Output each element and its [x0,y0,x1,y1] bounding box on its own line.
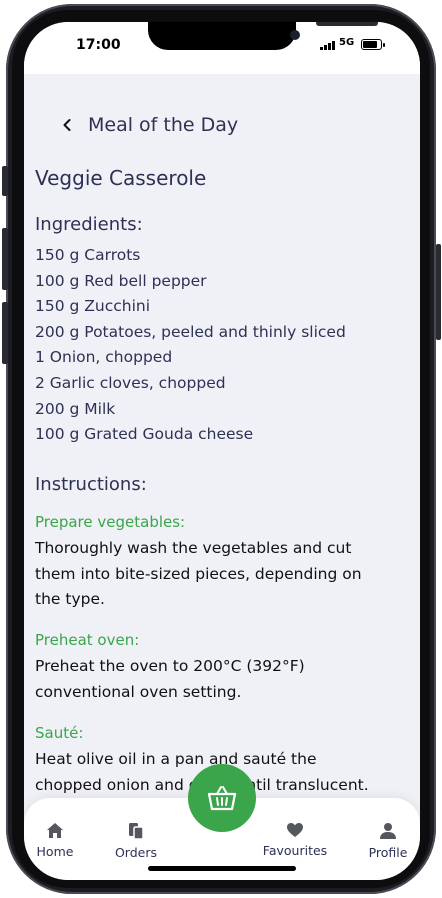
step-text: Preheat the oven to 200°C (392°F) conven… [35,657,305,701]
status-bar: 17:00 5G [24,22,420,74]
ingredient-item: 1 Onion, chopped [35,348,173,367]
heart-icon [287,823,303,837]
step-title: Preheat oven: [35,631,140,649]
nav-label-profile: Profile [368,845,408,860]
step-text: Thoroughly wash the vegetables and cut t… [35,539,362,609]
network-label: 5G [339,37,355,48]
orders-icon [129,823,144,840]
nav-item-favourites[interactable]: Favourites [255,822,335,858]
recipe-content[interactable]: Meal of the Day Veggie Casserole Ingredi… [24,74,420,820]
ingredient-item: 100 g Grated Gouda cheese [35,425,254,444]
ingredient-item: 150 g Carrots [35,246,141,264]
ingredients-list: 150 g Carrots 100 g Red bell pepper 150 … [35,243,346,448]
battery-icon [361,39,385,50]
ingredient-item: 2 Garlic cloves, chopped [35,373,226,392]
chevron-left-icon[interactable] [60,118,74,132]
ingredient-item: 150 g Zucchini [35,297,151,316]
status-time: 17:00 [76,37,121,53]
home-indicator [148,866,296,871]
nav-label-favourites: Favourites [262,843,328,858]
ingredient-item: 200 g Milk [35,399,116,418]
ingredient-item: 100 g Red bell pepper [35,271,207,290]
nav-item-profile[interactable]: Profile [348,822,420,860]
basket-icon [207,786,237,811]
nav-item-home[interactable]: Home [24,822,95,859]
basket-button[interactable] [188,764,256,832]
camera-icon [290,30,300,40]
profile-icon [380,823,396,839]
step-title: Sauté: [35,724,84,742]
instructions-heading: Instructions: [35,474,147,495]
home-icon [47,823,63,838]
nav-label-orders: Orders [114,845,158,860]
nav-item-orders[interactable]: Orders [96,822,176,860]
nav-label-home: Home [36,844,74,859]
screen: 17:00 5G Meal of the Day Veggie Casserol… [24,22,420,880]
recipe-name: Veggie Casserole [35,166,207,190]
side-button-volume-up [2,228,8,290]
side-button-volume-down [2,302,8,364]
step-title: Prepare vegetables: [35,513,186,531]
ingredients-heading: Ingredients: [35,214,143,235]
side-button-power [436,244,441,340]
notch [148,22,378,50]
signal-icon [320,40,336,50]
ingredient-item: 200 g Potatoes, peeled and thinly sliced [35,322,346,341]
side-button-silent [2,166,8,196]
page-title: Meal of the Day [88,114,239,136]
header: Meal of the Day [60,110,238,140]
speaker [316,22,378,26]
